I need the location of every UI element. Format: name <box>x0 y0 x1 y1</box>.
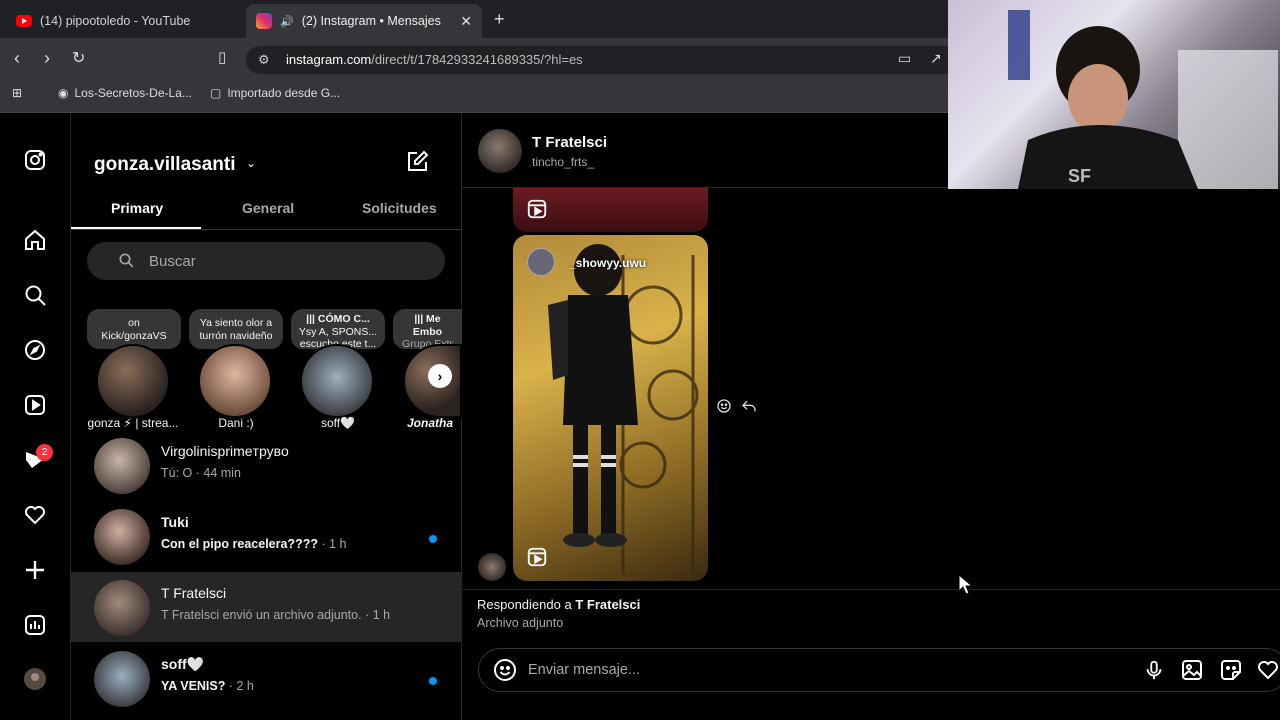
speaker-icon: 🔊 <box>280 15 294 28</box>
home-icon[interactable] <box>22 227 48 253</box>
account-username[interactable]: gonza.villasanti <box>94 154 235 176</box>
reels-icon <box>526 546 548 568</box>
thread-preview: Con el pipo reacelera???? · 1 h <box>161 537 347 551</box>
browser-tab-instagram[interactable]: 🔊 (2) Instagram • Mensajes ✕ <box>246 4 482 38</box>
search-icon[interactable] <box>22 282 48 308</box>
mouse-cursor <box>958 573 974 601</box>
story-avatar[interactable] <box>300 344 374 418</box>
thread-preview: YA VENIS? · 2 h <box>161 679 254 693</box>
globe-icon: ◉ <box>58 86 69 100</box>
explore-icon[interactable] <box>22 337 48 363</box>
site-info-icon[interactable]: ⚙ <box>258 52 270 68</box>
profile-avatar[interactable] <box>22 666 48 692</box>
search-placeholder: Buscar <box>149 253 196 270</box>
sticker-icon[interactable] <box>1219 658 1243 687</box>
install-app-icon[interactable]: ▭ <box>898 50 911 67</box>
thread-row[interactable]: Virgolinisprimeтрувo Tú: O · 44 min <box>71 430 462 500</box>
reels-icon <box>526 198 548 220</box>
chat-avatar[interactable] <box>478 129 522 173</box>
reply-subtitle: Archivo adjunto <box>477 616 564 630</box>
heart-icon[interactable] <box>1256 658 1280 687</box>
compose-icon[interactable] <box>406 149 430 178</box>
reel-attachment[interactable] <box>513 235 708 581</box>
instagram-logo-icon[interactable] <box>22 147 48 173</box>
thread-row[interactable]: soff🤍 YA VENIS? · 2 h <box>71 643 462 713</box>
emoji-icon[interactable] <box>493 658 517 687</box>
url-text[interactable]: instagram.com/direct/t/17842933241689335… <box>286 52 583 67</box>
reload-icon[interactable]: ↻ <box>72 48 85 68</box>
tab-title: (2) Instagram • Mensajes <box>301 14 441 28</box>
reel-username[interactable]: _showyy.uwu <box>569 256 646 270</box>
notification-badge: 2 <box>36 444 53 461</box>
thread-row[interactable]: Tuki Con el pipo reacelera???? · 1 h <box>71 501 462 571</box>
back-icon[interactable]: ‹ <box>14 48 20 69</box>
tab-primary[interactable]: Primary <box>111 200 163 216</box>
thread-preview: Tú: O · 44 min <box>161 466 241 480</box>
reply-icon[interactable] <box>740 398 758 419</box>
tab-title: (14) pipootoledo - YouTube <box>40 14 191 28</box>
thread-avatar <box>94 509 150 565</box>
tab-general[interactable]: General <box>242 200 294 216</box>
thread-name: T Fratelsci <box>161 585 227 601</box>
story-name: soff🤍 <box>320 416 356 430</box>
new-tab-button[interactable]: + <box>494 9 505 30</box>
bookmark-item[interactable]: ◉ Los-Secretos-De-La... <box>58 86 192 100</box>
story-name: Dani :) <box>218 416 254 430</box>
message-actions <box>716 398 758 419</box>
dashboard-icon[interactable] <box>22 612 48 638</box>
story-name: gonza ⚡ | strea... <box>87 416 179 430</box>
note-bubble[interactable]: Ya siento olor a turrón navideño <box>189 309 283 349</box>
thread-name: Virgolinisprimeтрувo <box>161 443 289 459</box>
chat-handle: tincho_frts_ <box>532 155 595 169</box>
story-avatar[interactable] <box>96 344 170 418</box>
thread-name: Tuki <box>161 514 189 530</box>
youtube-icon <box>16 15 32 27</box>
webcam-overlay: SF <box>948 0 1280 189</box>
unread-dot <box>429 677 437 685</box>
folder-icon: ▢ <box>210 86 222 100</box>
bookmark-folder[interactable]: ▢ Importado desde G... <box>210 86 340 100</box>
forward-icon[interactable]: › <box>44 48 50 69</box>
heart-icon[interactable] <box>22 502 48 528</box>
thread-avatar <box>94 651 150 707</box>
reel-user-avatar <box>527 248 555 276</box>
tab-requests[interactable]: Solicitudes <box>362 200 437 216</box>
instagram-icon <box>256 13 272 29</box>
sender-avatar <box>478 553 506 581</box>
react-emoji-icon[interactable] <box>716 398 732 419</box>
apps-icon[interactable]: ⊞ <box>12 86 22 100</box>
search-icon <box>118 252 134 273</box>
tab-underline <box>71 227 201 229</box>
reels-icon[interactable] <box>22 392 48 418</box>
message-placeholder: Enviar mensaje... <box>528 662 641 678</box>
image-icon[interactable] <box>1180 658 1204 687</box>
reply-title: Respondiendo a T Fratelsci <box>477 597 641 612</box>
create-icon[interactable] <box>22 557 48 583</box>
note-bubble[interactable]: ||| CÓMO C... Ysy A, SPONS... escucho este… <box>291 309 385 349</box>
chevron-down-icon[interactable]: ⌄ <box>246 156 256 170</box>
thread-avatar <box>94 438 150 494</box>
chevron-right-icon[interactable]: › <box>428 364 452 388</box>
bookmark-icon[interactable]: ▯ <box>218 48 226 66</box>
microphone-icon[interactable] <box>1143 658 1165 687</box>
browser-tab-youtube[interactable]: (14) pipootoledo - YouTube <box>6 4 242 38</box>
thread-preview: T Fratelsci envió un archivo adjunto. · … <box>161 608 391 622</box>
svg-text:SF: SF <box>1068 166 1091 186</box>
close-tab-icon[interactable]: ✕ <box>460 13 472 30</box>
unread-dot <box>429 535 437 543</box>
story-name: Jonatha <box>407 416 454 430</box>
note-bubble[interactable]: on Kick/gonzaVS <box>87 309 181 349</box>
chat-name[interactable]: T Fratelsci <box>532 134 607 151</box>
thread-row[interactable]: T Fratelsci T Fratelsci envió un archivo… <box>71 572 462 642</box>
story-avatar[interactable] <box>198 344 272 418</box>
search-input[interactable] <box>87 242 445 280</box>
thread-avatar <box>94 580 150 636</box>
thread-name: soff🤍 <box>161 656 205 672</box>
note-bubble[interactable]: ||| Me Embo Grupo Extr <box>393 309 462 349</box>
share-icon[interactable]: ↗ <box>930 50 942 67</box>
